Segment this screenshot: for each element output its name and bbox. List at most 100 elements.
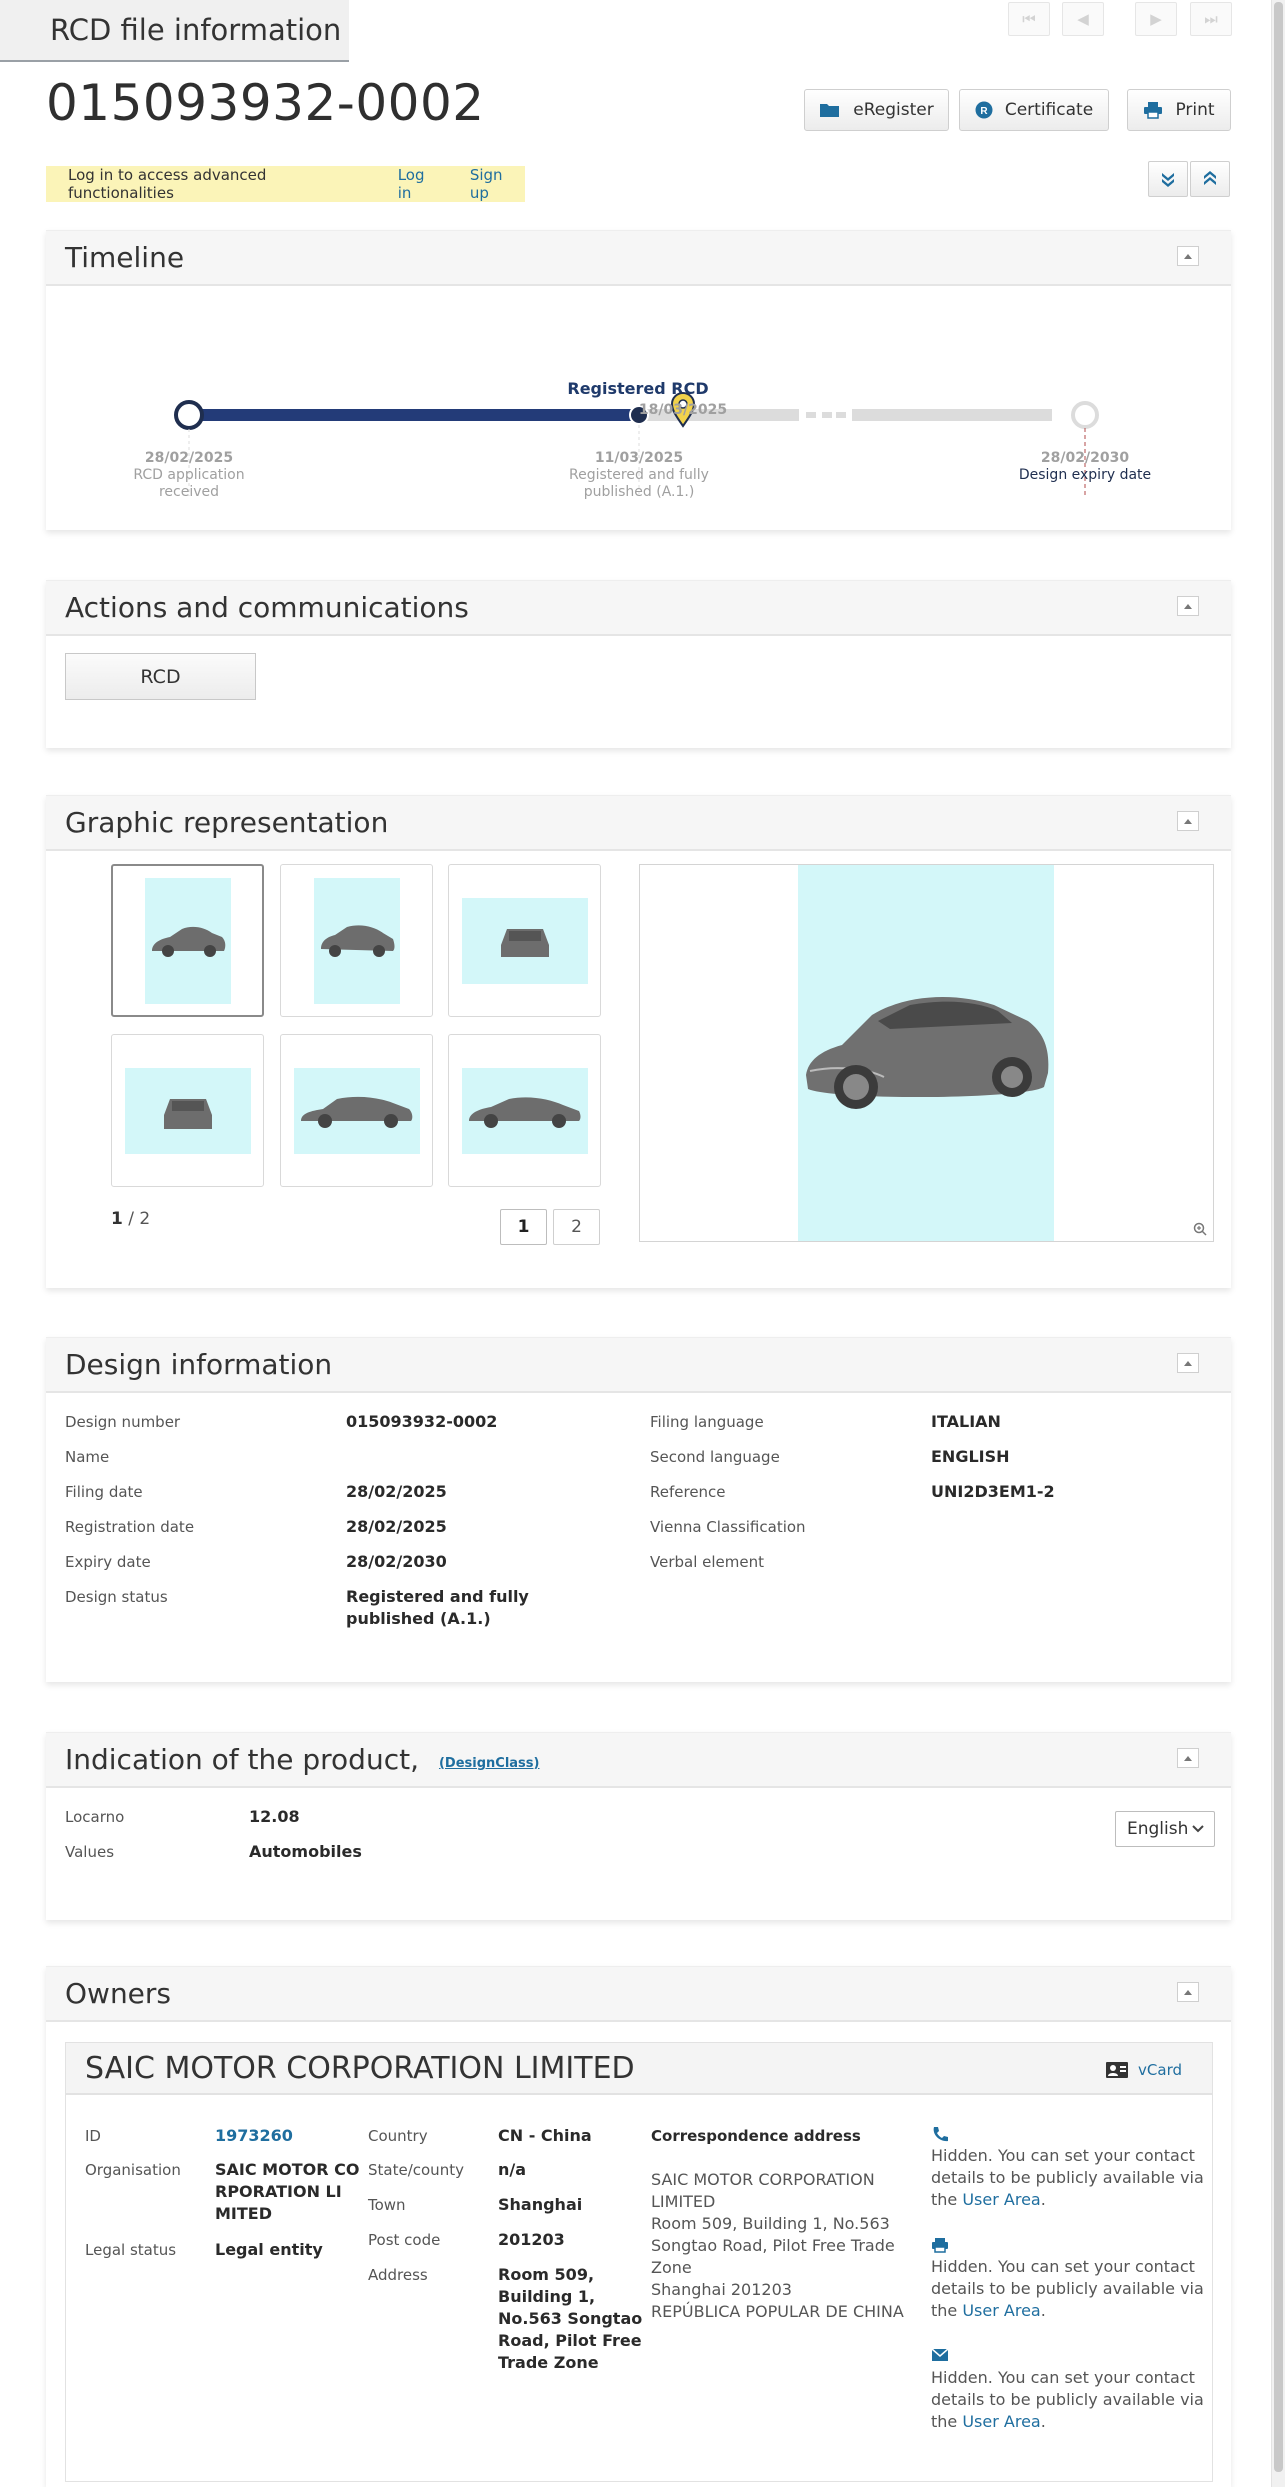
timeline-event-4-label: Design expiry date: [1018, 467, 1152, 483]
second-language-label: Second language: [650, 1448, 780, 1466]
design-info-title: Design information: [65, 1348, 333, 1381]
organisation-label: Organisation: [85, 2161, 181, 2179]
svg-text:R: R: [980, 106, 988, 117]
last-record-button[interactable]: ⏭: [1190, 2, 1232, 36]
pagination-indicator: 1 / 2: [111, 1209, 150, 1229]
corr-line-4: Songtao Road, Pilot Free Trade: [651, 2236, 895, 2255]
next-record-button[interactable]: ▶: [1135, 2, 1177, 36]
actions-panel: Actions and communications RCD: [46, 580, 1231, 748]
phone-hidden-line-1: Hidden. You can set your contact: [931, 2146, 1195, 2165]
timeline-collapse-button[interactable]: [1177, 246, 1199, 266]
fax-hidden-line-3: the: [931, 2301, 963, 2320]
email-hidden-line-1: Hidden. You can set your contact: [931, 2368, 1195, 2387]
timeline-end-node: [1071, 401, 1099, 429]
organisation-line-2: RPORATION LI: [215, 2182, 342, 2201]
thumbnail-view-5[interactable]: [280, 1034, 433, 1187]
thumbnail-3-image: [461, 897, 588, 984]
product-header: Indication of the product, (DesignClass): [46, 1733, 1231, 1788]
vienna-classification-label: Vienna Classification: [650, 1518, 806, 1536]
legal-status-value: Legal entity: [215, 2240, 323, 2259]
thumbnail-view-1[interactable]: [111, 864, 264, 1017]
address-line-1: Room 509,: [498, 2265, 595, 2284]
fax-icon: [932, 2238, 948, 2253]
expiry-date-label: Expiry date: [65, 1553, 151, 1571]
address-line-4: Road, Pilot Free: [498, 2331, 642, 2350]
fax-hidden-notice: Hidden. You can set your contact details…: [931, 2256, 1204, 2322]
owner-id-link[interactable]: 1973260: [215, 2125, 293, 2147]
owner-id-label: ID: [85, 2127, 101, 2145]
town-label: Town: [368, 2196, 406, 2214]
design-info-collapse-button[interactable]: [1177, 1353, 1199, 1373]
corr-line-6: Shanghai 201203: [651, 2280, 792, 2299]
reference-value: UNI2D3EM1-2: [931, 1482, 1055, 1501]
verbal-element-label: Verbal element: [650, 1553, 764, 1571]
owners-collapse-button[interactable]: [1177, 1982, 1199, 2002]
phone-user-area-link[interactable]: User Area: [962, 2190, 1040, 2209]
zoom-icon[interactable]: [1193, 1222, 1207, 1236]
thumbnail-1-image: [144, 877, 231, 1004]
design-info-panel: Design information Design number 0150939…: [46, 1337, 1231, 1682]
actions-title: Actions and communications: [65, 591, 469, 624]
actions-collapse-button[interactable]: [1177, 596, 1199, 616]
timeline-title: Timeline: [65, 241, 185, 274]
design-info-header: Design information: [46, 1338, 1231, 1393]
first-record-button[interactable]: ⏮: [1008, 2, 1050, 36]
rcd-button[interactable]: RCD: [65, 653, 256, 700]
timeline-start-node: [174, 400, 204, 430]
thumbnail-view-4[interactable]: [111, 1034, 264, 1187]
phone-icon: [933, 2127, 948, 2142]
thumbnail-2-image: [313, 877, 400, 1004]
double-chevron-down-icon: [1162, 173, 1174, 187]
product-title: Indication of the product,: [65, 1743, 419, 1776]
design-status-label: Design status: [65, 1588, 168, 1606]
expiry-date-value: 28/02/2030: [346, 1552, 447, 1571]
postcode-label: Post code: [368, 2231, 441, 2249]
product-collapse-button[interactable]: [1177, 1748, 1199, 1768]
previous-record-button[interactable]: ◀: [1062, 2, 1104, 36]
certificate-button[interactable]: R Certificate: [959, 89, 1109, 131]
printer-icon: [1144, 102, 1163, 119]
address-label: Address: [368, 2266, 428, 2284]
thumbnail-view-2[interactable]: [280, 864, 433, 1017]
fax-user-area-link[interactable]: User Area: [962, 2301, 1040, 2320]
timeline-event-3: 18/03/2025: [633, 402, 733, 419]
collapse-all-button[interactable]: [1190, 161, 1230, 197]
eregister-button[interactable]: eRegister: [804, 89, 949, 131]
login-link[interactable]: Log in: [398, 166, 442, 202]
scrollbar-thumb[interactable]: [1274, 2, 1283, 2472]
correspondence-title: Correspondence address: [651, 2127, 861, 2145]
signup-link[interactable]: Sign up: [470, 166, 525, 202]
pagination-current: 1: [111, 1209, 123, 1229]
thumbnail-view-3[interactable]: [448, 864, 601, 1017]
product-panel: Indication of the product, (DesignClass)…: [46, 1732, 1231, 1920]
email-user-area-link[interactable]: User Area: [962, 2412, 1040, 2431]
folder-icon: [820, 104, 840, 117]
filing-language-value: ITALIAN: [931, 1412, 1001, 1431]
email-hidden-period: .: [1040, 2412, 1046, 2431]
thumbnail-view-6[interactable]: [448, 1034, 601, 1187]
corr-line-2: LIMITED: [651, 2192, 716, 2211]
email-hidden-line-3: the: [931, 2412, 963, 2431]
page-1-button[interactable]: 1: [500, 1209, 547, 1245]
designclass-link[interactable]: (DesignClass): [439, 1756, 540, 1771]
graphic-panel: Graphic representation 1 / 2 1 2: [46, 795, 1231, 1288]
pagination-total: / 2: [128, 1209, 151, 1229]
correspondence-address: SAIC MOTOR CORPORATION LIMITED Room 509,…: [651, 2169, 904, 2323]
fax-hidden-period: .: [1040, 2301, 1046, 2320]
image-viewer[interactable]: [639, 864, 1214, 1242]
timeline-event-2-label: Registered and fully published (A.1.): [569, 467, 709, 500]
graphic-collapse-button[interactable]: [1177, 811, 1199, 831]
filing-date-label: Filing date: [65, 1483, 143, 1501]
page-2-button[interactable]: 2: [553, 1209, 600, 1245]
expand-all-button[interactable]: [1148, 161, 1188, 197]
print-label: Print: [1175, 100, 1215, 120]
design-number-value: 015093932-0002: [346, 1412, 498, 1431]
scrollbar-track[interactable]: [1271, 0, 1285, 2487]
language-select[interactable]: English: [1115, 1811, 1215, 1847]
graphic-title: Graphic representation: [65, 806, 389, 839]
print-button[interactable]: Print: [1127, 89, 1231, 131]
fax-hidden-line-2: details to be publicly available via: [931, 2279, 1204, 2298]
vcard-link[interactable]: vCard: [1105, 2061, 1182, 2079]
file-number: 015093932-0002: [46, 74, 485, 132]
chevron-down-icon: [1192, 1825, 1204, 1833]
